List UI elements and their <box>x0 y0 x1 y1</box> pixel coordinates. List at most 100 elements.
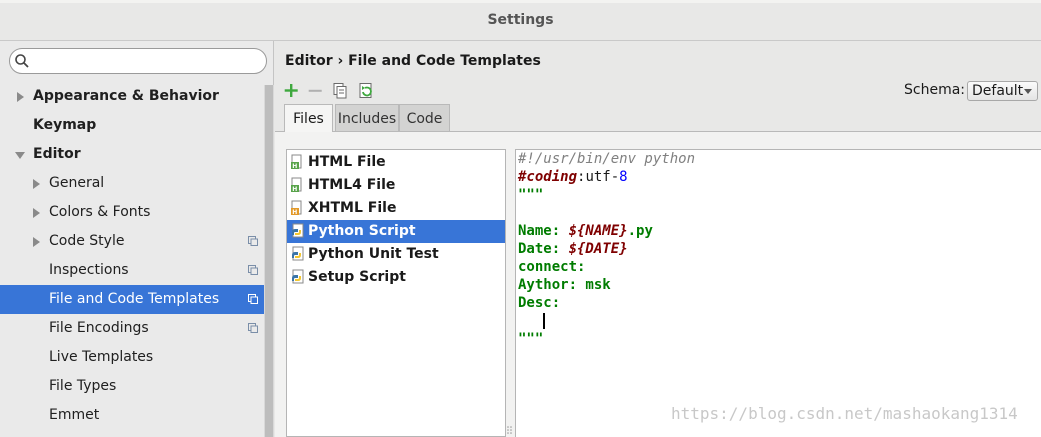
code-token: Aythor: msk <box>518 277 611 293</box>
template-item-html-file[interactable]: H HTML File <box>287 151 505 174</box>
chevron-right-icon[interactable] <box>17 92 24 102</box>
text-cursor <box>543 313 545 329</box>
remove-icon[interactable] <box>305 81 325 101</box>
sidebar-item-keymap[interactable]: Keymap <box>0 111 264 140</box>
schema-value: Default <box>972 83 1024 99</box>
svg-text:H: H <box>292 186 297 193</box>
template-item-label: HTML File <box>308 154 386 170</box>
code-line: """ <box>518 186 543 204</box>
template-item-setup-script[interactable]: Setup Script <box>287 266 505 289</box>
project-scope-icon <box>248 294 258 304</box>
sidebar-scrollbar-thumb[interactable] <box>265 85 273 437</box>
sidebar-item-file-encodings[interactable]: File Encodings <box>0 314 264 343</box>
code-line: connect: <box>518 258 585 276</box>
template-item-label: Python Script <box>308 223 416 239</box>
sidebar-item-label: Colors & Fonts <box>49 204 151 220</box>
sidebar-item-label: General <box>49 175 105 191</box>
svg-text:H: H <box>292 163 297 170</box>
sidebar-item-label: File Encodings <box>49 320 149 336</box>
breadcrumb: Editor › File and Code Templates <box>285 53 541 69</box>
sidebar-item-emmet[interactable]: Emmet <box>0 401 264 430</box>
template-item-html4-file[interactable]: H HTML4 File <box>287 174 505 197</box>
tab-files[interactable]: Files <box>284 104 333 132</box>
code-line: #!/usr/bin/env python <box>518 150 695 168</box>
add-icon[interactable] <box>281 81 301 101</box>
copy-icon[interactable] <box>330 81 350 101</box>
sidebar-item-file-types[interactable]: File Types <box>0 372 264 401</box>
schema-label: Schema: <box>904 82 966 98</box>
title-bar-top-strip <box>0 0 1041 3</box>
code-line: Name: ${NAME}.py <box>518 222 653 240</box>
sidebar-item-colors-fonts[interactable]: Colors & Fonts <box>0 198 264 227</box>
template-item-xhtml-file[interactable]: H XHTML File <box>287 197 505 220</box>
sidebar-item-label: Editor <box>33 146 81 162</box>
code-line: Desc: <box>518 294 560 312</box>
project-scope-icon <box>248 236 258 246</box>
python-file-icon <box>292 246 304 261</box>
template-item-python-script[interactable]: Python Script <box>287 220 505 243</box>
code-token: #coding <box>518 169 578 185</box>
tab-includes[interactable]: Includes <box>335 104 399 132</box>
settings-content: Editor › File and Code Templates Schema:… <box>275 41 1041 437</box>
code-line: Date: ${DATE} <box>518 240 628 258</box>
sidebar-item-label: File Types <box>49 378 117 394</box>
code-line: #coding:utf-8 <box>518 168 628 186</box>
template-item-label: Python Unit Test <box>308 246 439 262</box>
sidebar-item-label: Keymap <box>33 117 97 133</box>
schema-dropdown[interactable]: Default <box>967 81 1038 101</box>
code-line: """ <box>518 330 543 348</box>
sidebar-item-general[interactable]: General <box>0 169 264 198</box>
sidebar-item-label: Live Templates <box>49 349 154 365</box>
code-token: ${DATE} <box>568 241 628 257</box>
sidebar-item-file-and-code-templates[interactable]: File and Code Templates <box>0 285 264 314</box>
sidebar-item-label: Emmet <box>49 407 100 423</box>
template-list: H HTML File H HTML4 File H XHTML File Python S… <box>286 149 506 437</box>
reset-icon[interactable] <box>356 81 376 101</box>
chevron-down-icon <box>1024 89 1032 94</box>
sidebar-scrollbar[interactable] <box>264 85 274 437</box>
sidebar-item-label: Code Style <box>49 233 125 249</box>
code-token: Name: <box>518 223 569 239</box>
sidebar-item-label: Inspections <box>49 262 129 278</box>
tab-code[interactable]: Code <box>399 104 450 132</box>
sidebar-item-code-style[interactable]: Code Style <box>0 227 264 256</box>
chevron-right-icon[interactable] <box>33 237 40 247</box>
python-file-icon <box>292 223 304 238</box>
code-token: Desc: <box>518 295 561 311</box>
template-item-label: Setup Script <box>308 269 406 285</box>
chevron-right-icon[interactable] <box>33 179 40 189</box>
code-token: Date: <box>518 241 569 257</box>
window-title: Settings <box>487 12 554 28</box>
code-token: ${NAME} <box>568 223 628 239</box>
search-icon <box>15 54 29 68</box>
template-editor[interactable]: #!/usr/bin/env python #coding:utf-8 """ Nam… <box>515 149 1041 437</box>
chevron-down-icon[interactable] <box>15 152 25 159</box>
resize-grip-icon[interactable] <box>506 421 514 437</box>
sidebar-item-label: Appearance & Behavior <box>33 88 219 104</box>
sidebar-item-live-templates[interactable]: Live Templates <box>0 343 264 372</box>
code-token: 8 <box>619 169 628 185</box>
title-bar: Settings <box>0 0 1041 41</box>
sidebar-item-appearance-behavior[interactable]: Appearance & Behavior <box>0 82 264 111</box>
code-token: connect: <box>518 259 586 275</box>
code-token: .py <box>627 223 653 239</box>
code-token: """ <box>518 331 544 347</box>
chevron-right-icon[interactable] <box>33 208 40 218</box>
sidebar-item-inspections[interactable]: Inspections <box>0 256 264 285</box>
code-token: :utf- <box>577 169 620 185</box>
xhtml-file-icon: H <box>291 200 302 216</box>
sidebar-item-editor[interactable]: Editor <box>0 140 264 169</box>
watermark: https://blog.csdn.net/mashaokang1314 <box>671 404 1018 423</box>
project-scope-icon <box>248 323 258 333</box>
html-file-icon: H <box>291 177 302 193</box>
search-input[interactable] <box>9 48 267 74</box>
template-item-label: HTML4 File <box>308 177 396 193</box>
code-line: Aythor: msk <box>518 276 611 294</box>
sidebar-item-label: File and Code Templates <box>49 291 220 307</box>
svg-text:H: H <box>292 209 297 216</box>
template-item-python-unit-test[interactable]: Python Unit Test <box>287 243 505 266</box>
html-file-icon: H <box>291 154 302 170</box>
code-token: """ <box>518 187 544 203</box>
project-scope-icon <box>248 265 258 275</box>
code-token: #!/usr/bin/env python <box>518 151 696 167</box>
